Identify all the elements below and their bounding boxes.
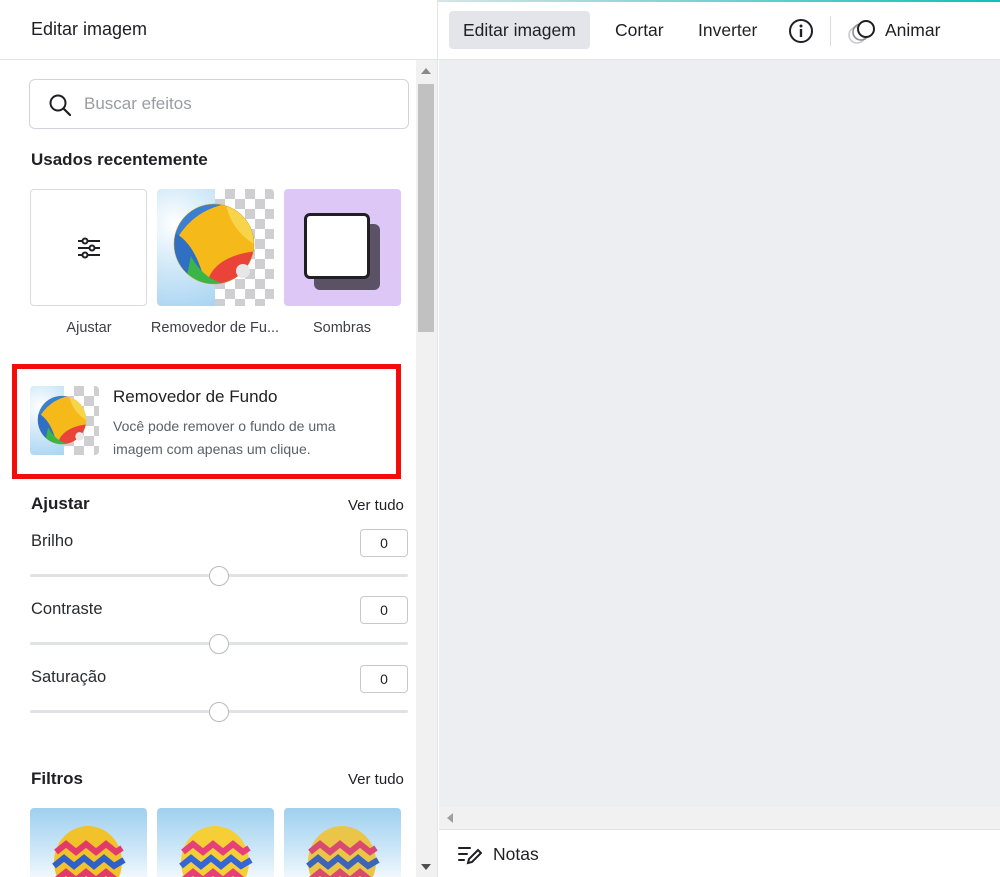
saturation-value-input[interactable]: 0 [360, 665, 408, 693]
filter-tile-3[interactable] [284, 808, 401, 877]
panel-header: Editar imagem [0, 2, 437, 60]
notes-bar: Notas [439, 829, 1000, 877]
recent-section-title: Usados recentemente [31, 150, 208, 169]
filter-tile-2[interactable] [157, 808, 274, 877]
search-box[interactable] [29, 79, 409, 129]
brightness-slider-thumb[interactable] [209, 566, 229, 586]
scroll-thumb[interactable] [418, 84, 434, 332]
scroll-down-arrow-icon[interactable] [421, 864, 431, 870]
hot-air-balloon-image [52, 826, 126, 877]
adjust-see-all-link[interactable]: Ver tudo [348, 497, 404, 514]
panel-scrollbar[interactable] [416, 60, 437, 877]
animate-button[interactable]: Animar [885, 11, 940, 49]
crop-button[interactable]: Cortar [601, 11, 678, 49]
notes-icon[interactable] [458, 845, 482, 865]
canvas-horizontal-scrollbar[interactable] [439, 807, 1000, 829]
background-remover-title: Removedor de Fundo [113, 387, 278, 406]
background-remover-card[interactable]: Removedor de Fundo Você pode remover o f… [12, 364, 401, 479]
saturation-label: Saturação [31, 668, 107, 686]
brightness-value-input[interactable]: 0 [360, 529, 408, 557]
contrast-slider-thumb[interactable] [209, 634, 229, 654]
panel-title: Editar imagem [31, 19, 148, 39]
recent-tile-background-remover[interactable] [157, 189, 274, 306]
hot-air-balloon-image [179, 826, 253, 877]
recent-tile-background-remover-label: Removedor de Fu... [150, 320, 280, 336]
recent-tile-adjust[interactable] [30, 189, 147, 306]
background-remover-thumbnail [30, 386, 99, 455]
search-icon [49, 94, 72, 117]
saturation-slider-thumb[interactable] [209, 702, 229, 722]
beach-ball-icon [37, 395, 87, 445]
shadow-square-icon [304, 213, 370, 279]
filter-tile-1[interactable] [30, 808, 147, 877]
hot-air-balloon-image [306, 826, 380, 877]
contrast-label: Contraste [31, 600, 103, 618]
recent-tile-shadows-label: Sombras [312, 320, 372, 336]
notes-button[interactable]: Notas [493, 844, 539, 865]
animate-icon[interactable] [848, 18, 878, 46]
top-toolbar: Editar imagem Cortar Inverter Animar [438, 2, 1000, 60]
canvas-area[interactable] [439, 60, 1000, 807]
contrast-value-input[interactable]: 0 [360, 596, 408, 624]
toolbar-divider [830, 16, 831, 46]
flip-button[interactable]: Inverter [684, 11, 771, 49]
info-icon[interactable] [788, 18, 814, 44]
recent-tile-adjust-label: Ajustar [66, 320, 112, 336]
scroll-left-arrow-icon[interactable] [447, 813, 453, 823]
panel-scroll-content: Usados recentemente Ajustar [0, 60, 416, 877]
adjust-section-title: Ajustar [31, 494, 90, 513]
background-remover-description: Você pode remover o fundo de uma imagem … [113, 418, 336, 457]
scroll-up-arrow-icon[interactable] [421, 68, 431, 74]
search-input[interactable] [84, 80, 394, 128]
filters-see-all-link[interactable]: Ver tudo [348, 771, 404, 788]
recent-tile-shadows[interactable] [284, 189, 401, 306]
edit-image-button[interactable]: Editar imagem [449, 11, 590, 49]
filters-section-title: Filtros [31, 769, 83, 788]
brightness-label: Brilho [31, 532, 74, 550]
sliders-icon [78, 237, 100, 259]
beach-ball-icon [173, 203, 255, 285]
edit-image-panel: Editar imagem Usados recentemente [0, 0, 438, 877]
